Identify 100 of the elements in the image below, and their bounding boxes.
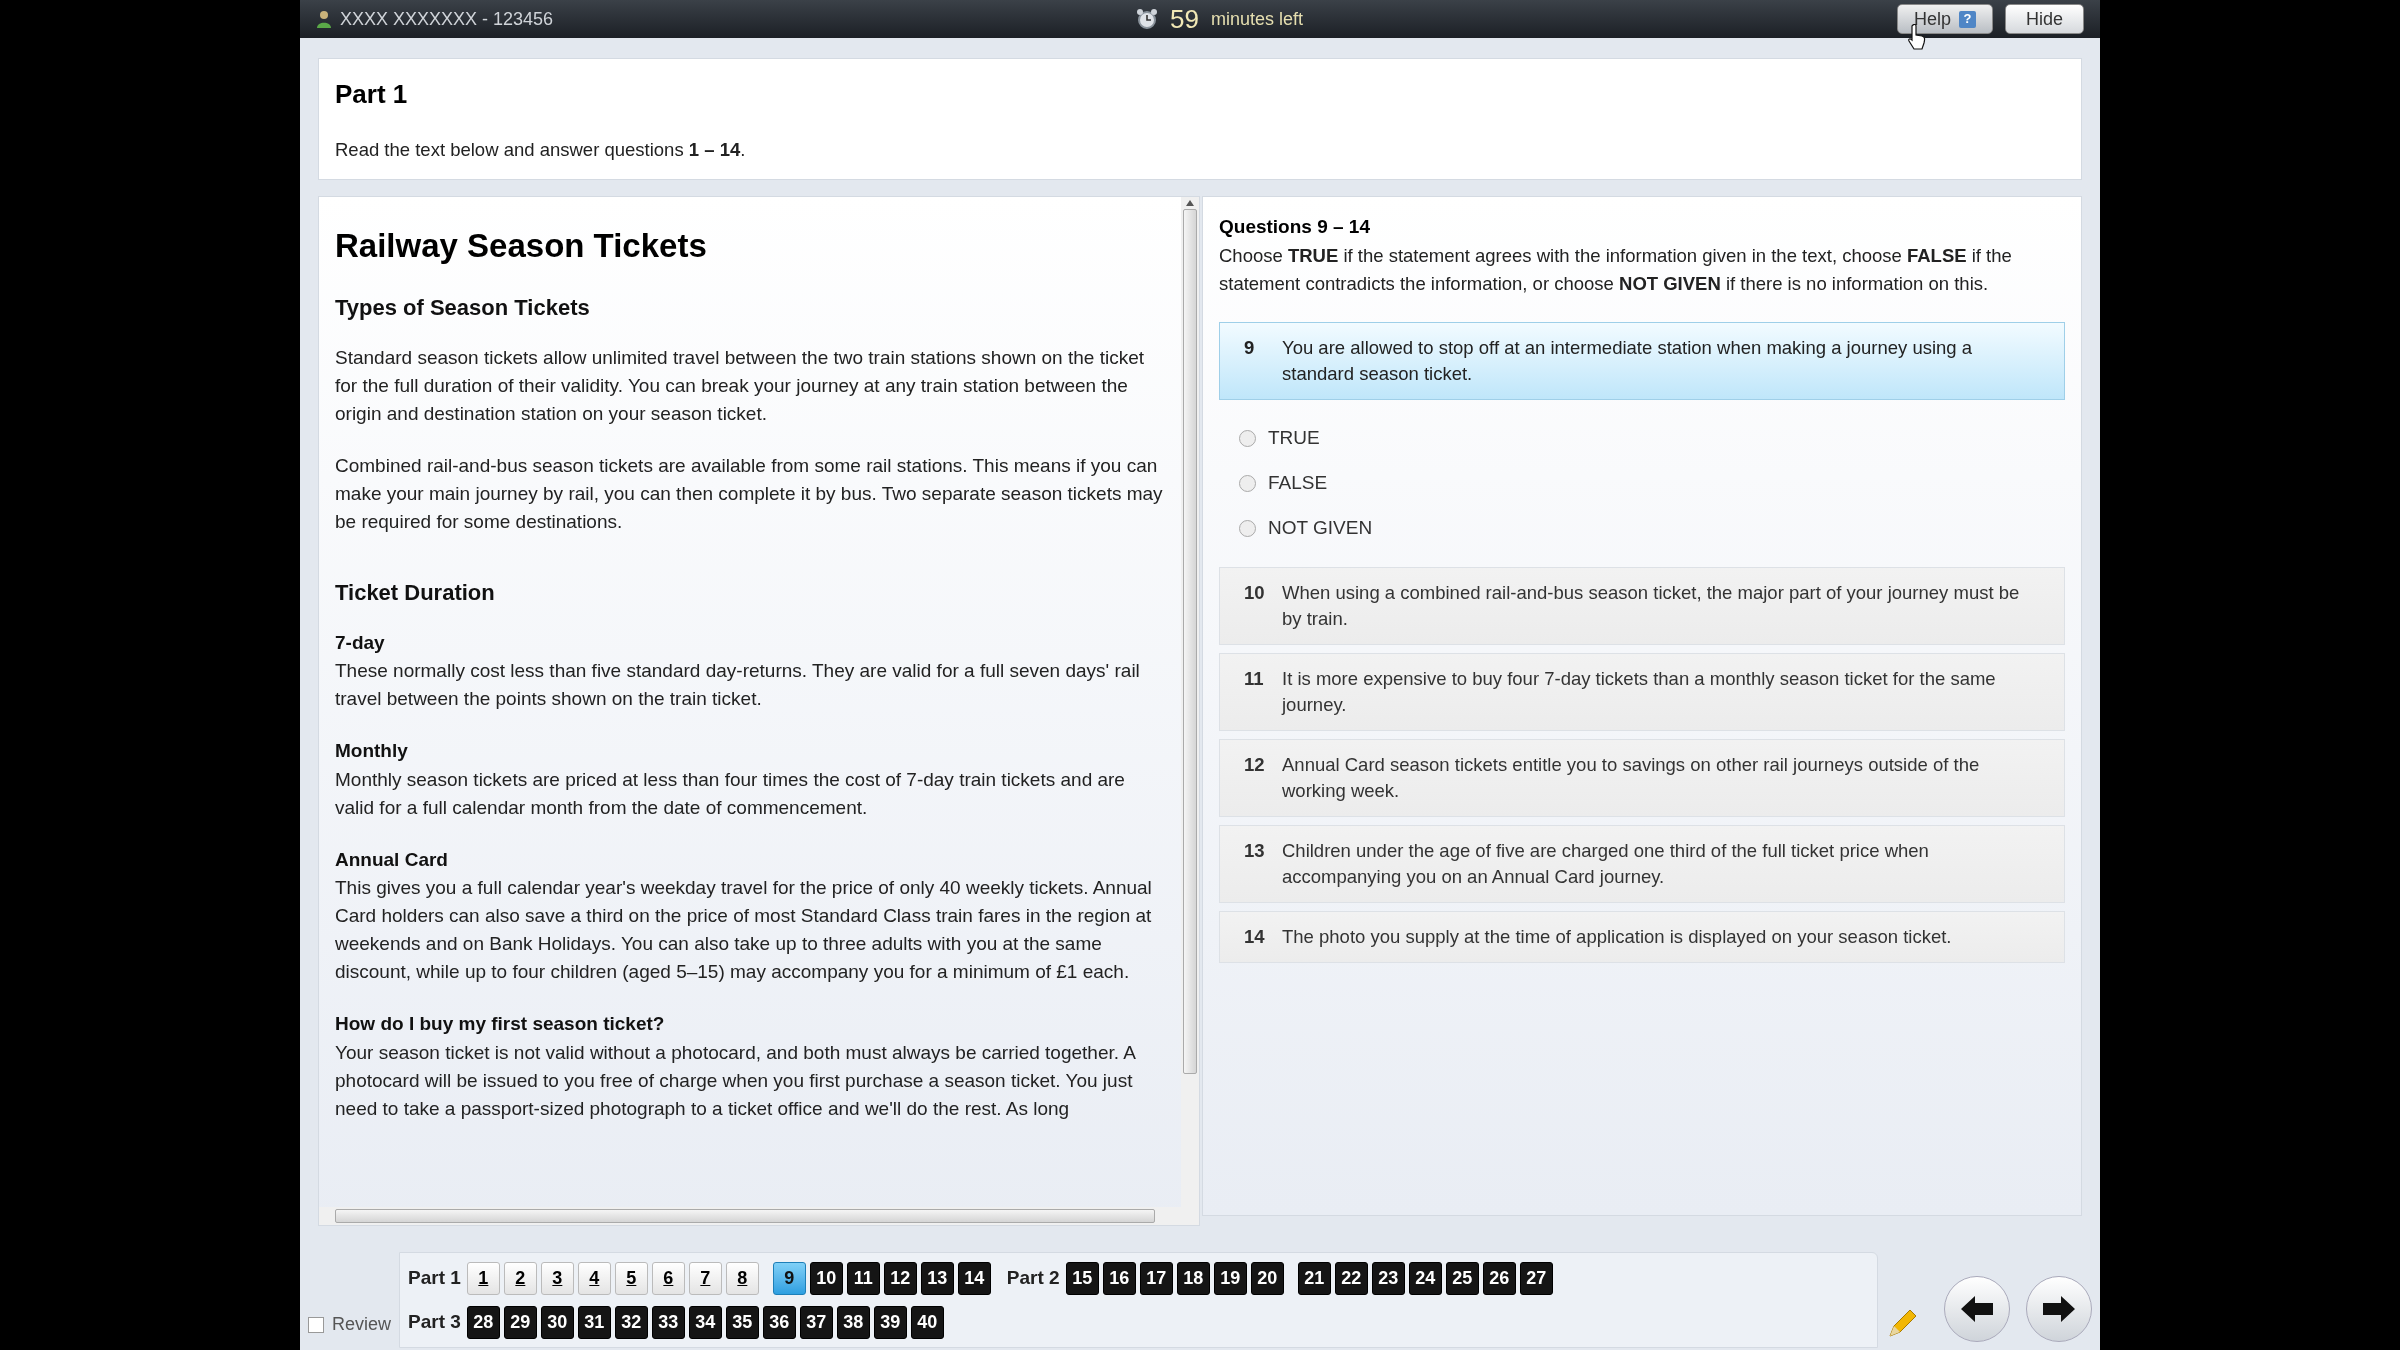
question-number-button[interactable]: 4 — [577, 1261, 611, 1295]
candidate-name: XXXX XXXXXXX - 123456 — [340, 7, 554, 31]
question-number-button[interactable]: 1 — [466, 1261, 500, 1295]
question-number-button[interactable]: 20 — [1250, 1261, 1284, 1295]
question-statement[interactable]: 9 You are allowed to stop off at an intermediate station when making a journey using a standard season ticket. — [1219, 321, 2065, 400]
hide-button[interactable]: Hide — [2004, 4, 2084, 34]
user-icon — [316, 10, 332, 28]
questions-instruction: Choose TRUE if the statement agrees with the information given in the text, choose FALSE if the statement contradicts the information, or choose NOT GIVEN if there is no information on this. — [1219, 243, 2013, 296]
question-text: It is more expensive to buy four 7-day tickets than a monthly season ticket for the same journey. — [1282, 666, 1997, 717]
left-arrow-icon — [1959, 1295, 1995, 1323]
question-number-button[interactable]: 37 — [799, 1305, 833, 1339]
help-glyph: ? — [1958, 10, 1976, 28]
question-number-button[interactable]: 5 — [614, 1261, 648, 1295]
question-number-button[interactable]: 13 — [920, 1261, 954, 1295]
question-number-button[interactable]: 23 — [1371, 1261, 1405, 1295]
question-number-button[interactable]: 16 — [1102, 1261, 1136, 1295]
question-text: Children under the age of five are charged one third of the full ticket price when accompanying you on an Annual Card journey. — [1282, 838, 1930, 889]
question-statement[interactable]: 13 Children under the age of five are charged one third of the full ticket price when accompanying you on an Annual Card journey. — [1219, 824, 2065, 903]
horizontal-scrollbar[interactable] — [319, 1207, 1199, 1225]
part-label: Part 2 — [1006, 1265, 1060, 1290]
subsection-heading: Annual Card — [335, 847, 449, 872]
radio-button[interactable] — [1239, 474, 1256, 492]
right-arrow-icon — [2041, 1295, 2077, 1323]
question-number-button[interactable]: 6 — [651, 1261, 685, 1295]
question-number-button[interactable]: 32 — [614, 1305, 648, 1339]
minutes-left-label: minutes left — [1210, 7, 1303, 31]
question-number-button[interactable]: 8 — [725, 1261, 759, 1295]
question-number-button[interactable]: 38 — [836, 1305, 870, 1339]
question-number-button[interactable]: 26 — [1482, 1261, 1516, 1295]
option-label: FALSE — [1268, 470, 1328, 495]
question-number-button[interactable]: 18 — [1176, 1261, 1210, 1295]
question-number: 13 — [1244, 838, 1266, 863]
instruction-text: Read the text below and answer questions 1 – 14. — [335, 138, 747, 162]
question-number-button[interactable]: 7 — [688, 1261, 722, 1295]
question-number-button[interactable]: 39 — [873, 1305, 907, 1339]
question-number-button[interactable]: 9 — [772, 1261, 806, 1295]
option-label: TRUE — [1268, 425, 1320, 450]
question-number-button[interactable]: 11 — [846, 1261, 880, 1295]
question-number-button[interactable]: 21 — [1297, 1261, 1331, 1295]
help-button[interactable]: Help ? — [1896, 4, 1993, 34]
question-number: 12 — [1244, 752, 1266, 777]
vertical-scrollbar[interactable] — [1181, 197, 1199, 1207]
question-statement[interactable]: 11 It is more expensive to buy four 7-day tickets than a monthly season ticket for the same journey. — [1219, 652, 2065, 731]
alarm-clock-icon — [1136, 8, 1158, 30]
question-number: 14 — [1244, 924, 1266, 949]
questions-title: Questions 9 – 14 — [1219, 215, 1371, 239]
question-number-button[interactable]: 29 — [503, 1305, 537, 1339]
question-number-button[interactable]: 17 — [1139, 1261, 1173, 1295]
minutes-left-count: 59 — [1170, 2, 1199, 36]
scroll-up-arrow-icon[interactable] — [1186, 200, 1194, 206]
passage-paragraph: This gives you a full calendar year's weekday travel for the price of only 40 weekly tickets. Annual Card holders can also save a third on the price of most Standard Class train fares in the region at weekends and on Bank Holidays. You can also take up to three adults with you at the same discount, while up to four children (aged 5–15) may accompany you for a minimum of £1 each. — [335, 876, 1153, 984]
question-number-button[interactable]: 25 — [1445, 1261, 1479, 1295]
radio-button[interactable] — [1239, 429, 1256, 447]
question-number-button[interactable]: 28 — [466, 1305, 500, 1339]
radio-button[interactable] — [1239, 519, 1256, 537]
question-statement[interactable]: 10 When using a combined rail-and-bus season ticket, the major part of your journey must be by train. — [1219, 566, 2065, 645]
question-text: The photo you supply at the time of application is displayed on your season ticket. — [1282, 924, 1952, 949]
question-number-button[interactable]: 30 — [540, 1305, 574, 1339]
question-number-button[interactable]: 2 — [503, 1261, 537, 1295]
passage-paragraph: Monthly season tickets are priced at less than four times the cost of 7-day train tickets and are valid for a full calendar month from the date of commencement. — [335, 767, 1126, 820]
passage-title: Railway Season Tickets — [335, 226, 708, 266]
pencil-icon[interactable] — [1886, 1308, 1918, 1340]
subsection-heading: 7-day — [335, 630, 386, 655]
question-number-button[interactable]: 15 — [1065, 1261, 1099, 1295]
option-label: NOT GIVEN — [1268, 515, 1373, 540]
question-text: Annual Card season tickets entitle you to savings on other rail journeys outside of the working week. — [1282, 752, 1981, 803]
question-number-button[interactable]: 35 — [725, 1305, 759, 1339]
question-number-button[interactable]: 12 — [883, 1261, 917, 1295]
review-label: Review — [332, 1313, 392, 1336]
question-number-button[interactable]: 10 — [809, 1261, 843, 1295]
question-number-button[interactable]: 24 — [1408, 1261, 1442, 1295]
question-statement[interactable]: 12 Annual Card season tickets entitle you to savings on other rail journeys outside of the working week. — [1219, 738, 2065, 817]
question-number-button[interactable]: 27 — [1519, 1261, 1553, 1295]
section-heading: Types of Season Tickets — [335, 293, 591, 322]
question-number: 10 — [1244, 580, 1266, 605]
question-number-button[interactable]: 14 — [957, 1261, 991, 1295]
part-title: Part 1 — [335, 78, 409, 111]
part-label: Part 3 — [408, 1309, 461, 1334]
passage-paragraph: These normally cost less than five standard day-returns. They are valid for a full seven days' rail travel between the points shown on the train ticket. — [335, 659, 1141, 711]
review-checkbox[interactable] — [308, 1316, 324, 1333]
part-label: Part 1 — [408, 1265, 461, 1290]
question-number-button[interactable]: 36 — [762, 1305, 796, 1339]
question-number-button[interactable]: 3 — [540, 1261, 574, 1295]
passage-paragraph: Combined rail-and-bus season tickets are available from some rail stations. This means if you can make your main journey by rail, you can then complete it by bus. Two separate season tickets may be required for some destinations. — [335, 453, 1164, 534]
question-number-button[interactable]: 40 — [910, 1305, 944, 1339]
subsection-heading: How do I buy my first season ticket? — [335, 1012, 666, 1036]
passage-paragraph: Your season ticket is not valid without a photocard, and both must always be carried together. A photocard will be issued to you free of charge when you first purchase a season ticket. You just need to take a passport-sized photograph to a ticket office and we'll do the rest. As long — [335, 1040, 1137, 1121]
section-heading: Ticket Duration — [335, 578, 496, 607]
subsection-heading: Monthly — [335, 739, 409, 763]
passage-paragraph: Standard season tickets allow unlimited travel between the two train stations shown on the ticket for the full duration of their validity. You can break your journey at any train station between the origin and destination station on your season ticket. — [335, 345, 1145, 426]
question-statement[interactable]: 14 The photo you supply at the time of application is displayed on your season ticket. — [1219, 910, 2065, 963]
question-number-button[interactable]: 22 — [1334, 1261, 1368, 1295]
question-number-button[interactable]: 19 — [1213, 1261, 1247, 1295]
question-number: 9 — [1244, 335, 1256, 360]
question-text: When using a combined rail-and-bus season ticket, the major part of your journey must be by train. — [1282, 580, 2021, 631]
question-number-button[interactable]: 34 — [688, 1305, 722, 1339]
question-number: 11 — [1244, 666, 1265, 691]
question-text: You are allowed to stop off at an intermediate station when making a journey using a standard season ticket. — [1282, 335, 1974, 386]
question-number-button[interactable]: 33 — [651, 1305, 685, 1339]
question-number-button[interactable]: 31 — [577, 1305, 611, 1339]
